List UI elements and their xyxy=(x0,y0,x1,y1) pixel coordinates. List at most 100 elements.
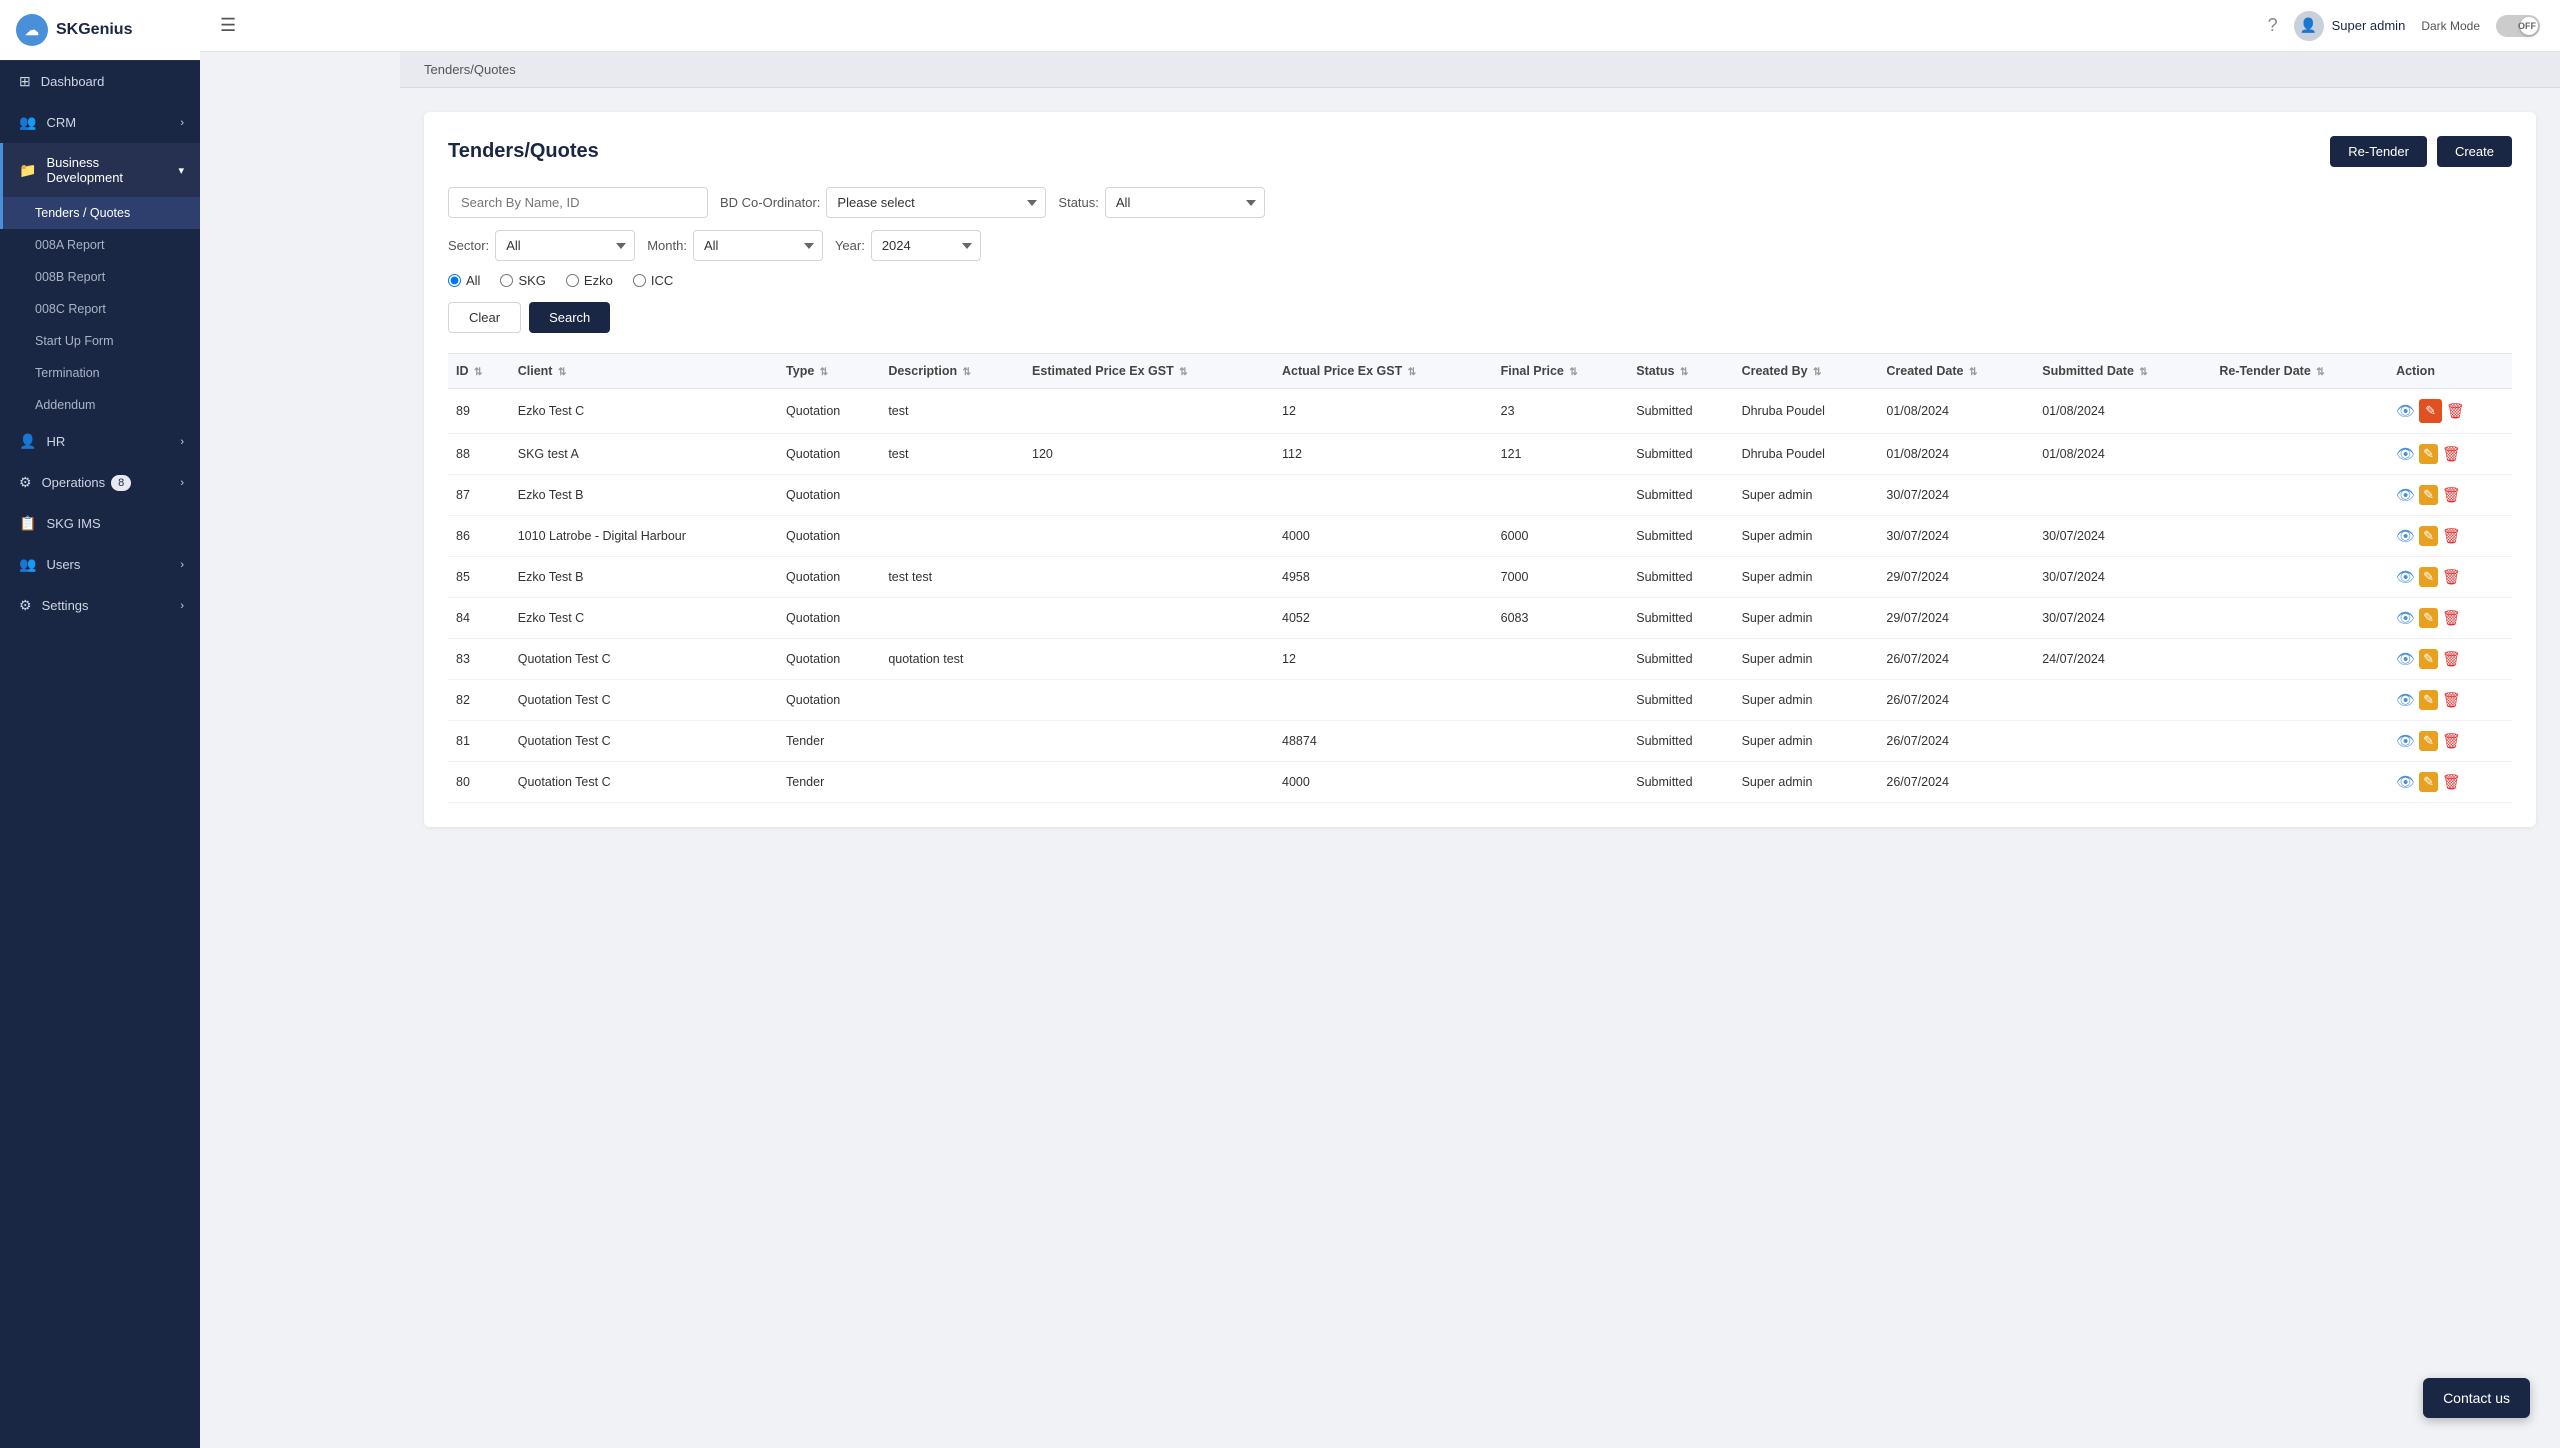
col-header-submitted-date[interactable]: Submitted Date ⇅ xyxy=(2034,354,2211,389)
sidebar-item-startup-form[interactable]: Start Up Form xyxy=(0,325,200,357)
hamburger-button[interactable]: ☰ xyxy=(220,15,236,36)
dark-mode-toggle[interactable]: OFF xyxy=(2496,15,2540,37)
cell-final-price: 6000 xyxy=(1493,516,1629,557)
col-header-actual[interactable]: Actual Price Ex GST ⇅ xyxy=(1274,354,1493,389)
col-header-type[interactable]: Type ⇅ xyxy=(778,354,880,389)
delete-icon[interactable]: 🗑 xyxy=(2442,609,2461,627)
edit-icon[interactable]: ✎ xyxy=(2419,608,2438,628)
delete-icon[interactable]: 🗑 xyxy=(2442,650,2461,668)
sidebar-item-dashboard[interactable]: ⊞ Dashboard xyxy=(0,61,200,102)
delete-icon[interactable]: 🗑 xyxy=(2442,773,2461,791)
col-header-created-date[interactable]: Created Date ⇅ xyxy=(1878,354,2034,389)
col-header-id[interactable]: ID ⇅ xyxy=(448,354,510,389)
radio-icc[interactable]: ICC xyxy=(633,273,673,288)
sector-group: Sector: All xyxy=(448,230,635,261)
cell-final-price xyxy=(1493,639,1629,680)
sidebar-item-operations[interactable]: ⚙ Operations 8 › xyxy=(0,462,200,503)
sort-retender-icon: ⇅ xyxy=(2316,367,2324,378)
col-header-retender-date[interactable]: Re-Tender Date ⇅ xyxy=(2211,354,2388,389)
month-group: Month: All xyxy=(647,230,823,261)
cell-final-price xyxy=(1493,475,1629,516)
edit-icon[interactable]: ✎ xyxy=(2419,690,2438,710)
sector-select[interactable]: All xyxy=(495,230,635,261)
search-input[interactable] xyxy=(448,187,708,218)
sidebar-item-termination[interactable]: Termination xyxy=(0,357,200,389)
sidebar-item-users[interactable]: 👥 Users › xyxy=(0,544,200,585)
search-button[interactable]: Search xyxy=(529,302,610,333)
delete-icon[interactable]: 🗑 xyxy=(2446,402,2465,420)
cell-estimated-price: 120 xyxy=(1024,434,1274,475)
cell-client: 1010 Latrobe - Digital Harbour xyxy=(510,516,778,557)
delete-icon[interactable]: 🗑 xyxy=(2442,691,2461,709)
clear-button[interactable]: Clear xyxy=(448,302,521,333)
sidebar-item-settings[interactable]: ⚙ Settings › xyxy=(0,585,200,626)
col-header-estimated[interactable]: Estimated Price Ex GST ⇅ xyxy=(1024,354,1274,389)
col-header-description[interactable]: Description ⇅ xyxy=(880,354,1024,389)
cell-status: Submitted xyxy=(1628,721,1733,762)
radio-all-input[interactable] xyxy=(448,274,461,287)
view-icon[interactable]: 👁 xyxy=(2396,402,2415,420)
cell-created-date: 29/07/2024 xyxy=(1878,598,2034,639)
radio-skg[interactable]: SKG xyxy=(500,273,545,288)
cell-estimated-price xyxy=(1024,516,1274,557)
sidebar-item-hr[interactable]: 👤 HR › xyxy=(0,421,200,462)
col-header-created-by[interactable]: Created By ⇅ xyxy=(1734,354,1879,389)
contact-us-button[interactable]: Contact us xyxy=(2423,1378,2530,1418)
view-icon[interactable]: 👁 xyxy=(2396,486,2415,504)
cell-created-by: Super admin xyxy=(1734,680,1879,721)
sidebar-label-008b: 008B Report xyxy=(35,270,105,284)
create-button[interactable]: Create xyxy=(2437,136,2512,167)
radio-skg-input[interactable] xyxy=(500,274,513,287)
help-icon[interactable]: ? xyxy=(2268,15,2278,36)
cell-created-date: 29/07/2024 xyxy=(1878,557,2034,598)
col-header-client[interactable]: Client ⇅ xyxy=(510,354,778,389)
col-header-status[interactable]: Status ⇅ xyxy=(1628,354,1733,389)
year-select[interactable]: 2024 xyxy=(871,230,981,261)
view-icon[interactable]: 👁 xyxy=(2396,609,2415,627)
app-name: SKGenius xyxy=(56,21,132,39)
view-icon[interactable]: 👁 xyxy=(2396,732,2415,750)
col-header-final[interactable]: Final Price ⇅ xyxy=(1493,354,1629,389)
edit-icon[interactable]: ✎ xyxy=(2419,731,2438,751)
delete-icon[interactable]: 🗑 xyxy=(2442,732,2461,750)
sidebar-item-008a[interactable]: 008A Report xyxy=(0,229,200,261)
view-icon[interactable]: 👁 xyxy=(2396,568,2415,586)
edit-icon[interactable]: ✎ xyxy=(2419,567,2438,587)
retender-button[interactable]: Re-Tender xyxy=(2330,136,2427,167)
cell-id: 87 xyxy=(448,475,510,516)
sidebar-item-tenders-quotes[interactable]: Tenders / Quotes xyxy=(0,197,200,229)
view-icon[interactable]: 👁 xyxy=(2396,527,2415,545)
cell-id: 84 xyxy=(448,598,510,639)
edit-icon[interactable]: ✎ xyxy=(2419,399,2442,423)
action-icons: 👁 ✎ 🗑 xyxy=(2396,526,2504,546)
edit-icon[interactable]: ✎ xyxy=(2419,772,2438,792)
radio-ezko[interactable]: Ezko xyxy=(566,273,613,288)
delete-icon[interactable]: 🗑 xyxy=(2442,486,2461,504)
user-area[interactable]: 👤 Super admin xyxy=(2294,11,2406,41)
sidebar-item-addendum[interactable]: Addendum xyxy=(0,389,200,421)
status-select[interactable]: All xyxy=(1105,187,1265,218)
table-row: 87 Ezko Test B Quotation Submitted Super… xyxy=(448,475,2512,516)
cell-submitted-date xyxy=(2034,762,2211,803)
sidebar-item-business-development[interactable]: 📁 Business Development ▾ xyxy=(0,143,200,197)
delete-icon[interactable]: 🗑 xyxy=(2442,568,2461,586)
sidebar-item-008c[interactable]: 008C Report xyxy=(0,293,200,325)
radio-all[interactable]: All xyxy=(448,273,480,288)
edit-icon[interactable]: ✎ xyxy=(2419,444,2438,464)
sidebar-item-skg-ims[interactable]: 📋 SKG IMS xyxy=(0,503,200,544)
sidebar-item-008b[interactable]: 008B Report xyxy=(0,261,200,293)
view-icon[interactable]: 👁 xyxy=(2396,691,2415,709)
sidebar-item-crm[interactable]: 👥 CRM › xyxy=(0,102,200,143)
radio-icc-input[interactable] xyxy=(633,274,646,287)
edit-icon[interactable]: ✎ xyxy=(2419,485,2438,505)
radio-ezko-input[interactable] xyxy=(566,274,579,287)
view-icon[interactable]: 👁 xyxy=(2396,650,2415,668)
view-icon[interactable]: 👁 xyxy=(2396,445,2415,463)
delete-icon[interactable]: 🗑 xyxy=(2442,445,2461,463)
view-icon[interactable]: 👁 xyxy=(2396,773,2415,791)
edit-icon[interactable]: ✎ xyxy=(2419,649,2438,669)
month-select[interactable]: All xyxy=(693,230,823,261)
delete-icon[interactable]: 🗑 xyxy=(2442,527,2461,545)
bd-coordinator-select[interactable]: Please select xyxy=(826,187,1046,218)
edit-icon[interactable]: ✎ xyxy=(2419,526,2438,546)
